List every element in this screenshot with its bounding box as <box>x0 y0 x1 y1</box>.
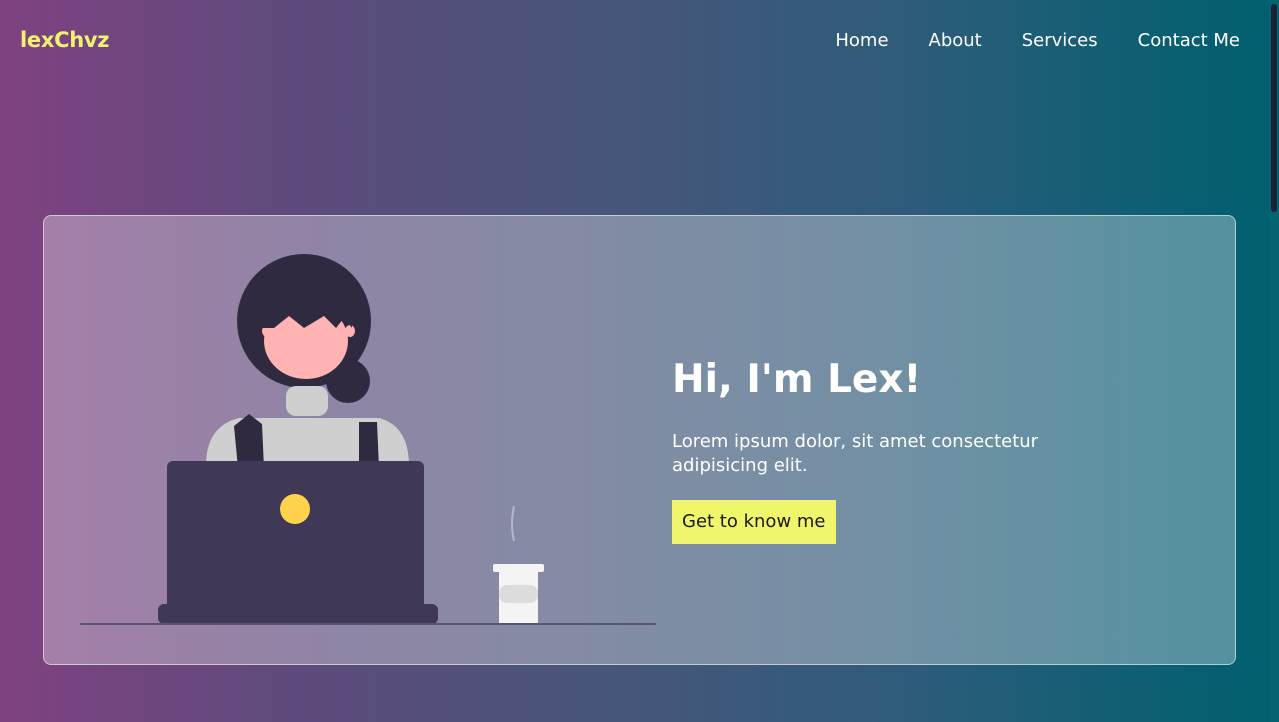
hero-card: Hi, I'm Lex! Lorem ipsum dolor, sit amet… <box>43 215 1236 665</box>
nav-links: Home About Services Contact Me <box>835 29 1240 53</box>
hero-subtitle: Lorem ipsum dolor, sit amet consectetur … <box>672 431 1039 476</box>
site-logo[interactable]: lexChvz <box>20 28 109 52</box>
nav-link-about[interactable]: About <box>929 29 982 53</box>
woman-at-laptop-illustration <box>80 254 656 625</box>
nav-link-contact[interactable]: Contact Me <box>1138 29 1240 53</box>
navbar: lexChvz Home About Services Contact Me <box>0 0 1269 82</box>
scrollbar-thumb[interactable] <box>1271 4 1277 212</box>
hero-text: Hi, I'm Lex! Lorem ipsum dolor, sit amet… <box>672 356 1112 544</box>
hero-title: Hi, I'm Lex! <box>672 357 922 402</box>
nav-link-services[interactable]: Services <box>1022 29 1098 53</box>
nav-link-home[interactable]: Home <box>835 29 888 53</box>
get-to-know-me-button[interactable]: Get to know me <box>672 500 836 544</box>
scrollbar[interactable] <box>1269 0 1279 722</box>
